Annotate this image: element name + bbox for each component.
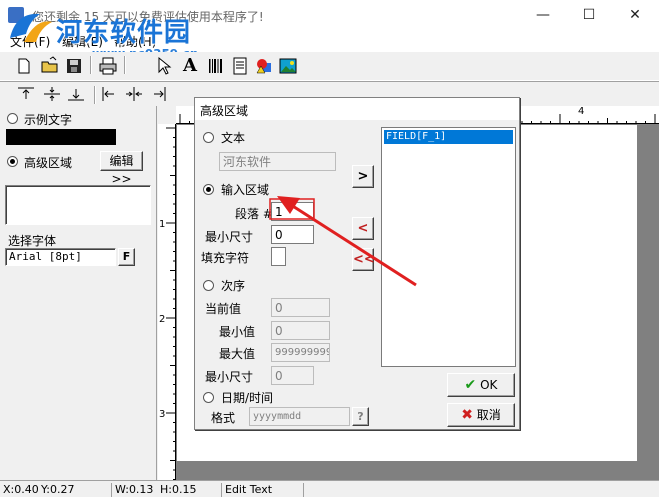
min-size-field[interactable]: 0 — [271, 225, 314, 244]
sample-text-label: 示例文字 — [24, 113, 73, 127]
properties-panel: 示例文字 高级区域 编辑>> 选择字体 Arial [8pt] F — [0, 106, 157, 480]
paragraph-label: 段落 # — [235, 207, 273, 221]
text-tool-icon[interactable]: A — [180, 56, 200, 76]
check-icon: ✔ — [464, 377, 477, 393]
save-icon[interactable] — [64, 56, 84, 76]
format-help-button[interactable]: ? — [352, 407, 369, 426]
ruler-left-label: 3 — [159, 409, 166, 420]
input-area-radio[interactable] — [203, 184, 214, 195]
advanced-area-label: 高级区域 — [24, 156, 73, 170]
max-value-label: 最大值 — [219, 347, 256, 361]
status-h: H:0.15 — [160, 483, 197, 496]
print-icon[interactable] — [98, 56, 118, 76]
max-value-field[interactable]: 999999999 — [271, 343, 330, 362]
sequence-label: 次序 — [221, 279, 246, 293]
seq-min-size-label: 最小尺寸 — [205, 370, 254, 384]
close-button[interactable]: ✕ — [612, 0, 658, 30]
ruler-top-label: 4 — [578, 106, 585, 117]
move-left-button[interactable]: < — [352, 217, 374, 240]
minimize-button[interactable]: — — [520, 0, 566, 30]
status-w: W:0.13 — [111, 483, 153, 497]
align-middle-icon[interactable] — [42, 85, 62, 103]
document-icon[interactable] — [230, 56, 250, 76]
cancel-button[interactable]: ✖ 取消 — [447, 403, 515, 427]
fill-char-label: 填充字符 — [201, 251, 250, 265]
sequence-radio[interactable] — [203, 280, 214, 291]
toolbar-separator — [90, 56, 92, 74]
select-font-label: 选择字体 — [8, 234, 57, 248]
input-area-label: 输入区域 — [221, 183, 270, 197]
ok-button[interactable]: ✔ OK — [447, 373, 515, 397]
align-left-icon[interactable] — [100, 85, 120, 103]
format-label: 格式 — [211, 411, 236, 425]
text-option-radio[interactable] — [203, 132, 214, 143]
watermark-title: 河东软件园 — [56, 18, 192, 48]
cancel-label: 取消 — [476, 408, 501, 422]
list-item[interactable]: FIELD[F_1] — [384, 130, 513, 144]
sample-text-color-swatch[interactable] — [6, 129, 116, 145]
datetime-radio[interactable] — [203, 392, 214, 403]
advanced-area-dialog: 高级区域 文本 河东软件 输入区域 段落 # 1 最小尺寸 0 填充字符 次序 … — [194, 97, 520, 430]
pointer-icon[interactable] — [154, 56, 174, 76]
sample-text-radio[interactable] — [7, 113, 18, 124]
text-preview-box[interactable] — [5, 185, 151, 225]
ruler-left-label: 2 — [159, 314, 166, 325]
shapes-icon[interactable] — [254, 56, 274, 76]
ruler-corner — [158, 106, 176, 124]
watermark-logo — [10, 13, 52, 42]
status-empty-pane — [303, 483, 659, 497]
status-x: X:0.40 — [3, 483, 39, 496]
maximize-button[interactable]: ☐ — [566, 0, 612, 30]
paragraph-field[interactable]: 1 — [271, 202, 314, 221]
current-value-field[interactable]: 0 — [271, 298, 330, 317]
align-center-icon[interactable] — [124, 85, 144, 103]
seq-min-size-field[interactable]: 0 — [271, 366, 314, 385]
toolbar-separator — [124, 56, 126, 74]
field-list[interactable]: FIELD[F_1] — [381, 127, 516, 367]
image-icon[interactable] — [278, 56, 298, 76]
move-all-left-button[interactable]: << — [352, 248, 375, 271]
format-field[interactable]: yyyymmdd — [249, 407, 350, 426]
current-value-label: 当前值 — [205, 302, 242, 316]
move-right-button[interactable]: > — [352, 165, 374, 188]
ruler-left-label: 1 — [159, 219, 166, 230]
toolbar-separator — [94, 86, 96, 104]
edit-advanced-button[interactable]: 编辑>> — [100, 151, 143, 186]
ruler-left: 1 2 3 — [158, 124, 176, 480]
align-right-icon[interactable] — [148, 85, 168, 103]
datetime-label: 日期/时间 — [221, 391, 274, 405]
min-value-label: 最小值 — [219, 325, 256, 339]
barcode-icon[interactable] — [206, 56, 226, 76]
status-bar: X:0.40 Y:0.27 W:0.13 H:0.15 Edit Text — [0, 480, 659, 497]
align-bottom-icon[interactable] — [66, 85, 86, 103]
text-value-field[interactable]: 河东软件 — [219, 152, 336, 171]
font-select-button[interactable]: F — [118, 248, 135, 266]
min-value-field[interactable]: 0 — [271, 321, 330, 340]
fill-char-field[interactable] — [271, 247, 286, 266]
main-toolbar: A — [0, 52, 659, 81]
cancel-x-icon: ✖ — [461, 407, 473, 423]
font-field[interactable]: Arial [8pt] — [5, 248, 116, 266]
text-option-label: 文本 — [221, 131, 246, 145]
dialog-title: 高级区域 — [195, 98, 519, 120]
advanced-area-radio[interactable] — [7, 156, 18, 167]
min-size-label: 最小尺寸 — [205, 230, 254, 244]
open-folder-icon[interactable] — [40, 56, 60, 76]
new-file-icon[interactable] — [14, 56, 34, 76]
align-top-icon[interactable] — [16, 85, 36, 103]
status-mode: Edit Text — [221, 483, 272, 497]
status-y: Y:0.27 — [41, 483, 75, 496]
ok-label: OK — [480, 378, 498, 392]
